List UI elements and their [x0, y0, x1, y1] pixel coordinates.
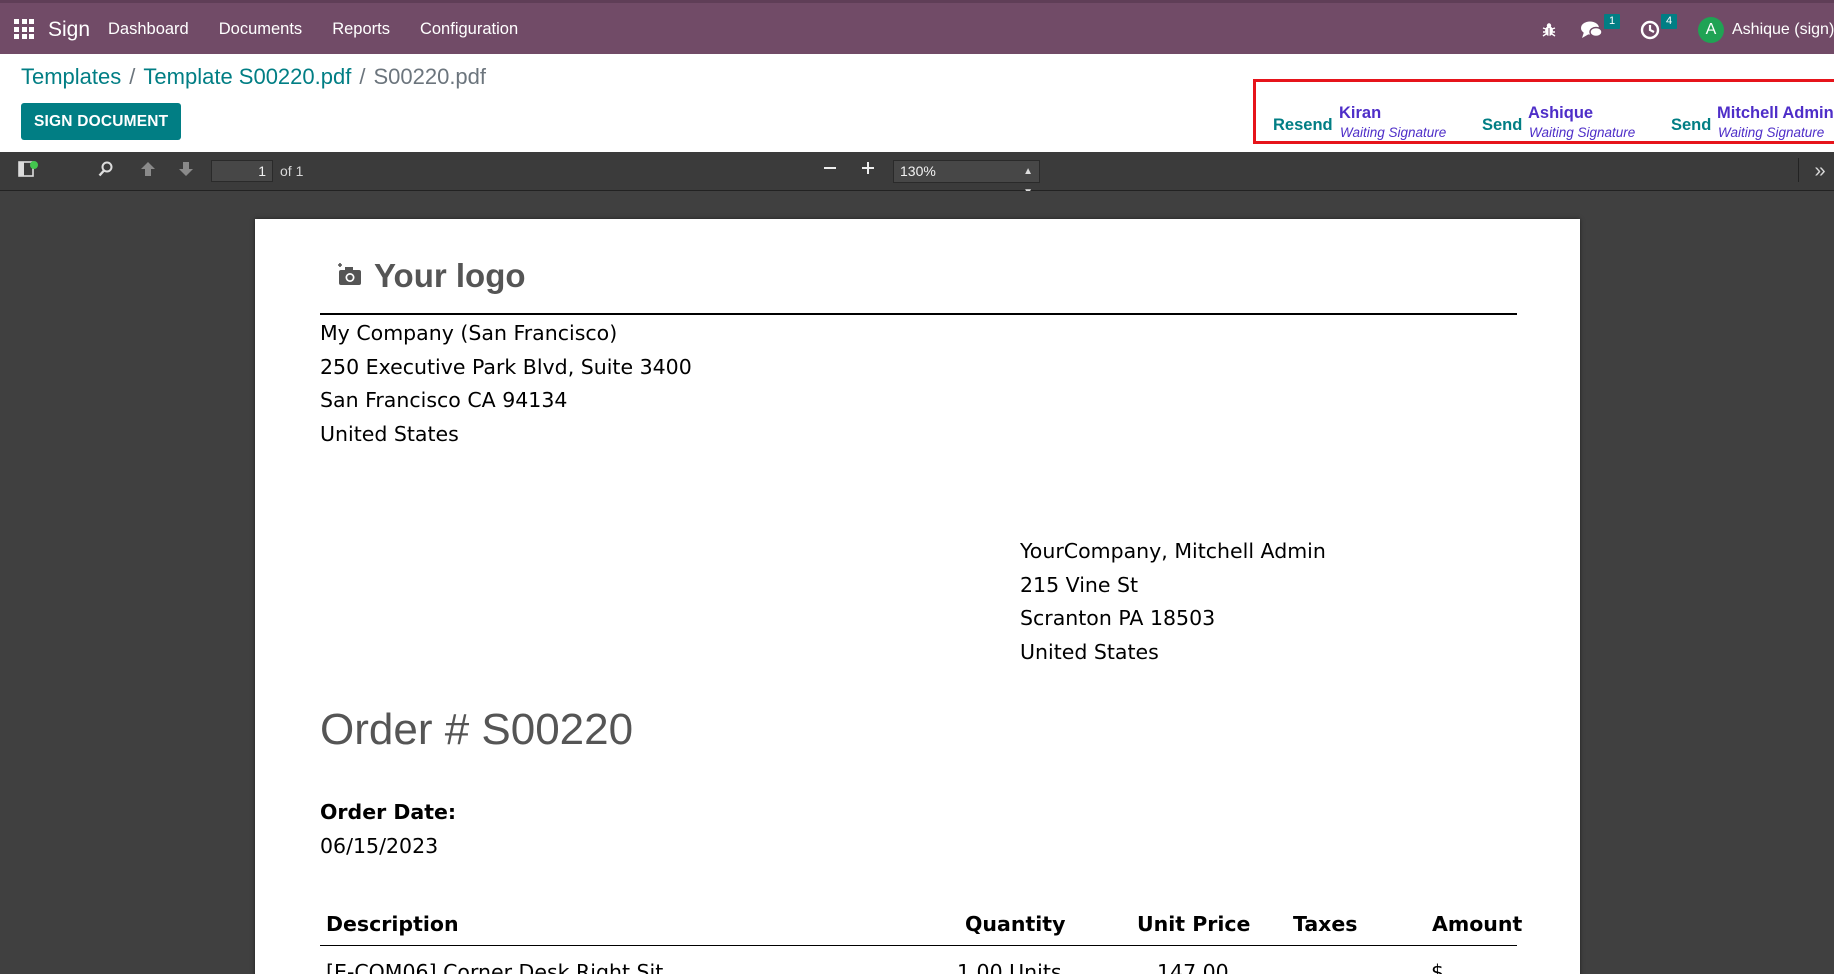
zoom-out-icon[interactable]: [818, 160, 842, 182]
breadcrumb-separator: /: [129, 64, 136, 89]
company-street: 250 Executive Park Blvd, Suite 3400: [320, 354, 692, 379]
th-amount: Amount: [1432, 912, 1523, 936]
cell-unit-price: 147.00: [1157, 960, 1229, 974]
company-country: United States: [320, 421, 459, 446]
zoom-select[interactable]: 130% ▲▼: [893, 160, 1040, 198]
find-icon[interactable]: [94, 160, 118, 182]
page-count: of 1: [280, 163, 304, 179]
tools-menu-icon[interactable]: »: [1808, 160, 1832, 182]
signer-name-ashique[interactable]: Ashique: [1528, 104, 1593, 123]
send-button-mitchell[interactable]: Send: [1671, 116, 1711, 135]
breadcrumb-current: S00220.pdf: [373, 64, 487, 89]
signer-status-ashique: Waiting Signature: [1529, 125, 1636, 140]
th-unit-price: Unit Price: [1137, 912, 1251, 936]
activities-count-badge: 4: [1661, 14, 1678, 29]
toolbar-divider: [1798, 158, 1799, 182]
order-title: Order # S00220: [320, 705, 634, 754]
next-page-icon[interactable]: [174, 160, 198, 182]
top-navbar: Sign Dashboard Documents Reports Configu…: [0, 0, 1834, 54]
company-address: My Company (San Francisco) 250 Executive…: [320, 317, 692, 451]
page-number-input[interactable]: [211, 160, 273, 182]
zoom-value: 130%: [900, 163, 936, 179]
th-description: Description: [326, 912, 459, 936]
company-name: My Company (San Francisco): [320, 321, 618, 345]
signers-panel: Resend Kiran Waiting Signature Send Ashi…: [1253, 79, 1834, 144]
order-date-label: Order Date:: [320, 800, 457, 824]
cell-amount: $ 147.00: [1431, 960, 1445, 974]
zoom-in-icon[interactable]: [856, 160, 880, 182]
sign-document-button[interactable]: SIGN DOCUMENT: [21, 103, 182, 140]
main-menu: Dashboard Documents Reports Configuratio…: [108, 20, 518, 39]
signer-status-kiran: Waiting Signature: [1340, 125, 1447, 140]
customer-name: YourCompany, Mitchell Admin: [1020, 539, 1326, 563]
customer-street: 215 Vine St: [1020, 572, 1139, 597]
previous-page-icon[interactable]: [136, 160, 160, 182]
debug-bug-icon[interactable]: [1540, 3, 1558, 57]
cell-quantity: 1.00 Units: [957, 960, 1062, 974]
signer-status-mitchell: Waiting Signature: [1718, 125, 1825, 140]
breadcrumb-templates[interactable]: Templates: [21, 64, 121, 90]
breadcrumb: Templates / Template S00220.pdf / S00220…: [21, 64, 486, 90]
user-menu[interactable]: A Ashique (sign): [1698, 3, 1834, 57]
menu-dashboard[interactable]: Dashboard: [108, 20, 189, 39]
menu-configuration[interactable]: Configuration: [420, 20, 518, 39]
order-date-value: 06/15/2023: [320, 834, 439, 858]
logo-text: Your logo: [374, 257, 526, 294]
customer-country: United States: [1020, 639, 1159, 664]
signer-name-mitchell[interactable]: Mitchell Admin: [1717, 104, 1834, 123]
breadcrumb-separator: /: [359, 64, 366, 89]
company-logo-placeholder: Your logo: [336, 257, 526, 295]
pdf-toolbar: of 1 130% ▲▼ »: [0, 152, 1834, 198]
camera-plus-icon: [338, 263, 361, 285]
customer-city: Scranton PA 18503: [1020, 606, 1216, 630]
app-name[interactable]: Sign: [48, 18, 90, 42]
user-avatar: A: [1698, 17, 1724, 43]
user-name: Ashique (sign): [1732, 21, 1834, 38]
messages-icon[interactable]: [1580, 3, 1604, 57]
pdf-viewer[interactable]: Your logo My Company (San Francisco) 250…: [0, 191, 1834, 974]
breadcrumb-template-file[interactable]: Template S00220.pdf: [143, 64, 351, 90]
company-city: San Francisco CA 94134: [320, 388, 568, 412]
cell-description: [E-COM06] Corner Desk Right Sit: [326, 960, 664, 974]
signer-name-kiran[interactable]: Kiran: [1339, 104, 1381, 123]
resend-button-kiran[interactable]: Resend: [1273, 116, 1333, 135]
apps-grid-icon[interactable]: [14, 19, 34, 39]
activity-clock-icon[interactable]: [1640, 3, 1660, 57]
th-taxes: Taxes: [1293, 912, 1358, 936]
customer-address: YourCompany, Mitchell Admin 215 Vine St …: [1020, 535, 1326, 669]
order-lines-header: Description Quantity Unit Price Taxes Am…: [320, 912, 1522, 946]
notification-dot: [30, 161, 38, 169]
messages-count-badge: 1: [1604, 14, 1621, 29]
header-divider: [320, 313, 1517, 315]
send-button-ashique[interactable]: Send: [1482, 116, 1522, 135]
th-quantity: Quantity: [965, 912, 1066, 936]
menu-documents[interactable]: Documents: [219, 20, 302, 39]
pdf-page: Your logo My Company (San Francisco) 250…: [255, 219, 1580, 974]
menu-reports[interactable]: Reports: [332, 20, 390, 39]
